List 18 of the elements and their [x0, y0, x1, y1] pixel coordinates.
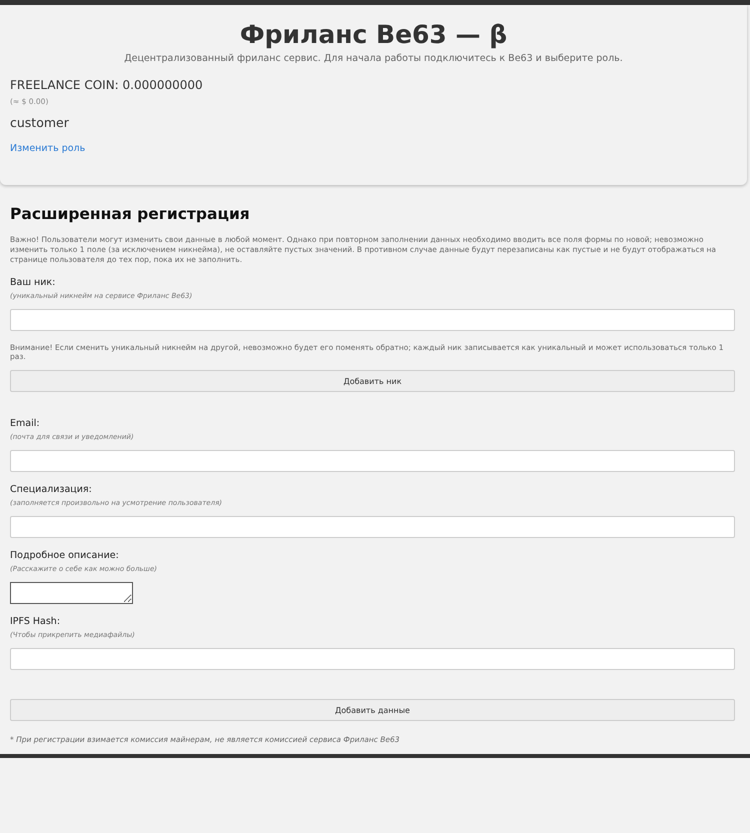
field-label: Ваш ник:: [10, 277, 56, 288]
input-field[interactable]: [10, 309, 735, 331]
user-role: customer: [10, 115, 70, 130]
coin-balance: FREELANCE COIN: 0.000000000: [10, 78, 204, 92]
input-field[interactable]: [10, 516, 735, 538]
field-label: Email:: [10, 418, 41, 429]
input-field[interactable]: [10, 648, 735, 670]
field-label: Подробное описание:: [10, 550, 120, 561]
field-label: IPFS Hash:: [10, 616, 62, 627]
text-area[interactable]: [10, 582, 133, 604]
change-role-link[interactable]: Изменить роль: [10, 143, 86, 154]
section-title: Расширенная регистрация: [10, 205, 251, 223]
add-nick-button[interactable]: Добавить ник: [10, 370, 735, 392]
input-field[interactable]: [10, 450, 735, 472]
field-label: Специализация:: [10, 484, 93, 495]
add-data-button[interactable]: Добавить данные: [10, 699, 735, 721]
page-subtitle: Децентрализованный фриланс сервис. Для начала работы подключитесь к Ве63 и выберите роль.: [123, 53, 624, 64]
page-title: Фриланс Ве63 — β: [238, 19, 508, 51]
